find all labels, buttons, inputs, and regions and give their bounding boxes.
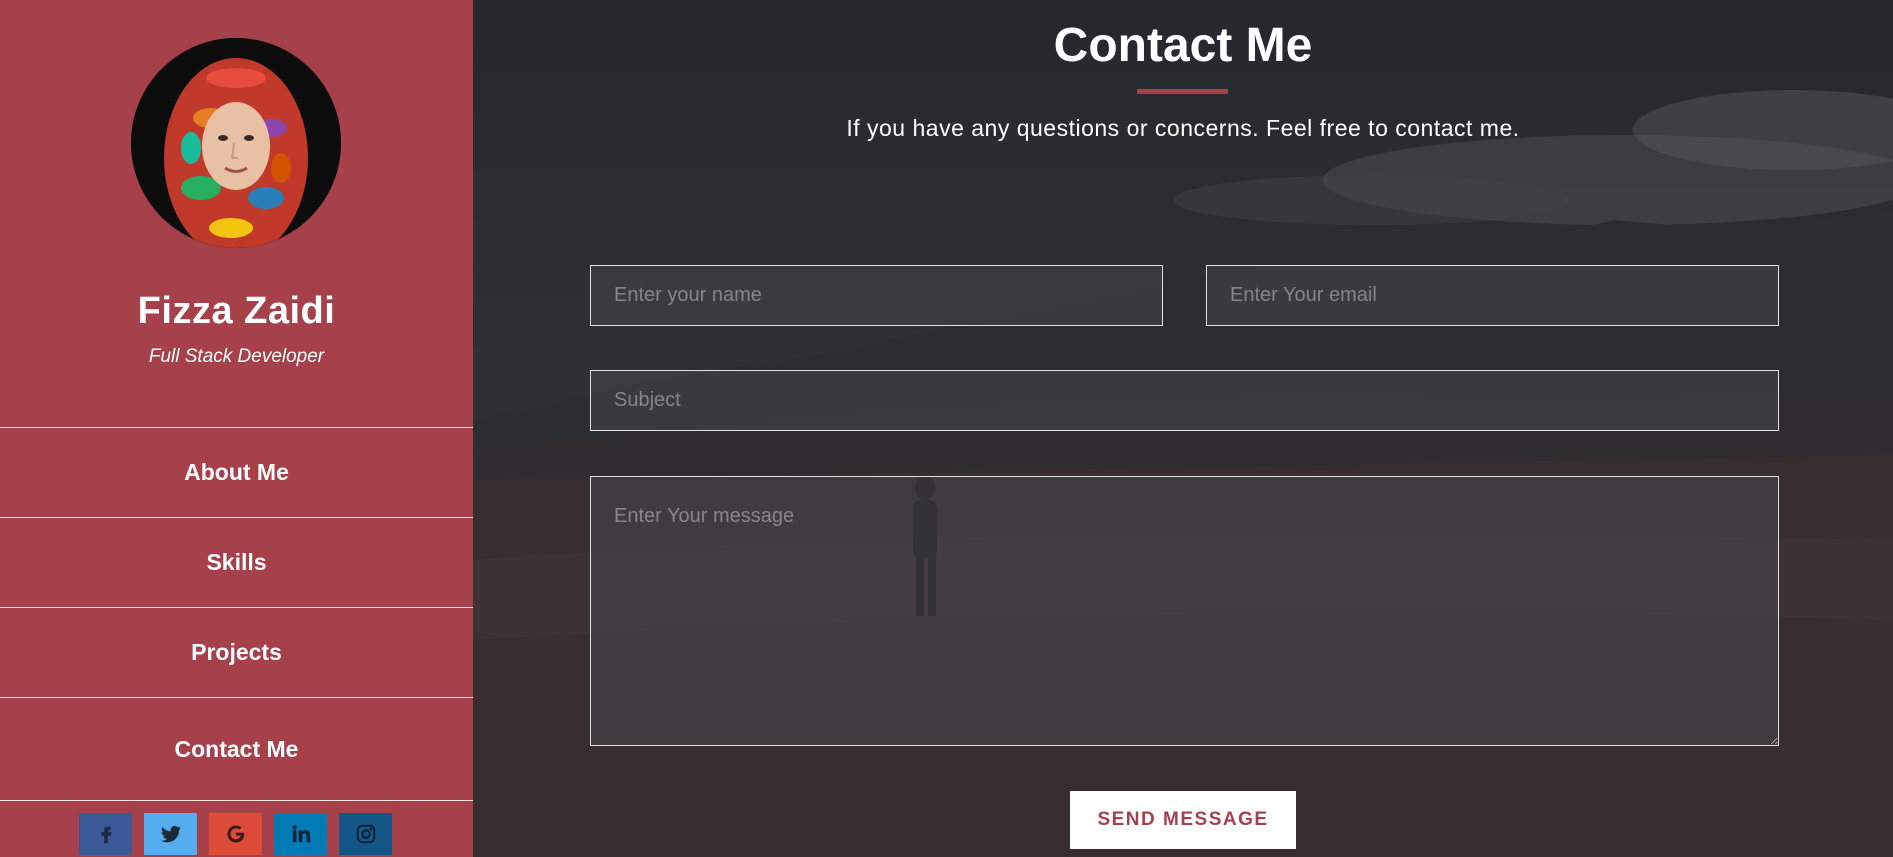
instagram-icon bbox=[355, 823, 377, 845]
nav-item-about-me[interactable]: About Me bbox=[0, 428, 473, 518]
sidebar: Fizza Zaidi Full Stack Developer About M… bbox=[0, 0, 473, 857]
facebook-icon bbox=[95, 823, 117, 845]
contact-section: Contact Me If you have any questions or … bbox=[473, 0, 1893, 857]
nav-item-skills[interactable]: Skills bbox=[0, 518, 473, 608]
instagram-button[interactable] bbox=[339, 813, 392, 855]
twitter-icon bbox=[159, 823, 183, 845]
email-input[interactable] bbox=[1206, 265, 1779, 326]
twitter-button[interactable] bbox=[144, 813, 197, 855]
send-message-button[interactable]: SEND MESSAGE bbox=[1070, 791, 1296, 849]
name-input[interactable] bbox=[590, 265, 1163, 326]
subject-input[interactable] bbox=[590, 370, 1779, 431]
nav-item-projects[interactable]: Projects bbox=[0, 608, 473, 698]
profile-name: Fizza Zaidi bbox=[137, 290, 336, 332]
google-icon bbox=[225, 823, 247, 845]
linkedin-icon bbox=[290, 823, 312, 845]
page-title: Contact Me bbox=[1053, 19, 1313, 72]
google-button[interactable] bbox=[209, 813, 262, 855]
profile-role: Full Stack Developer bbox=[148, 346, 325, 367]
facebook-button[interactable] bbox=[79, 813, 132, 855]
nav-item-contact-me[interactable]: Contact Me bbox=[0, 698, 473, 801]
social-links bbox=[79, 813, 392, 855]
linkedin-button[interactable] bbox=[274, 813, 327, 855]
message-textarea[interactable] bbox=[590, 476, 1779, 746]
avatar bbox=[131, 38, 341, 248]
page-subtitle: If you have any questions or concerns. F… bbox=[846, 115, 1520, 141]
sidebar-nav: About Me Skills Projects Contact Me bbox=[0, 427, 473, 801]
title-underline bbox=[1137, 89, 1228, 94]
